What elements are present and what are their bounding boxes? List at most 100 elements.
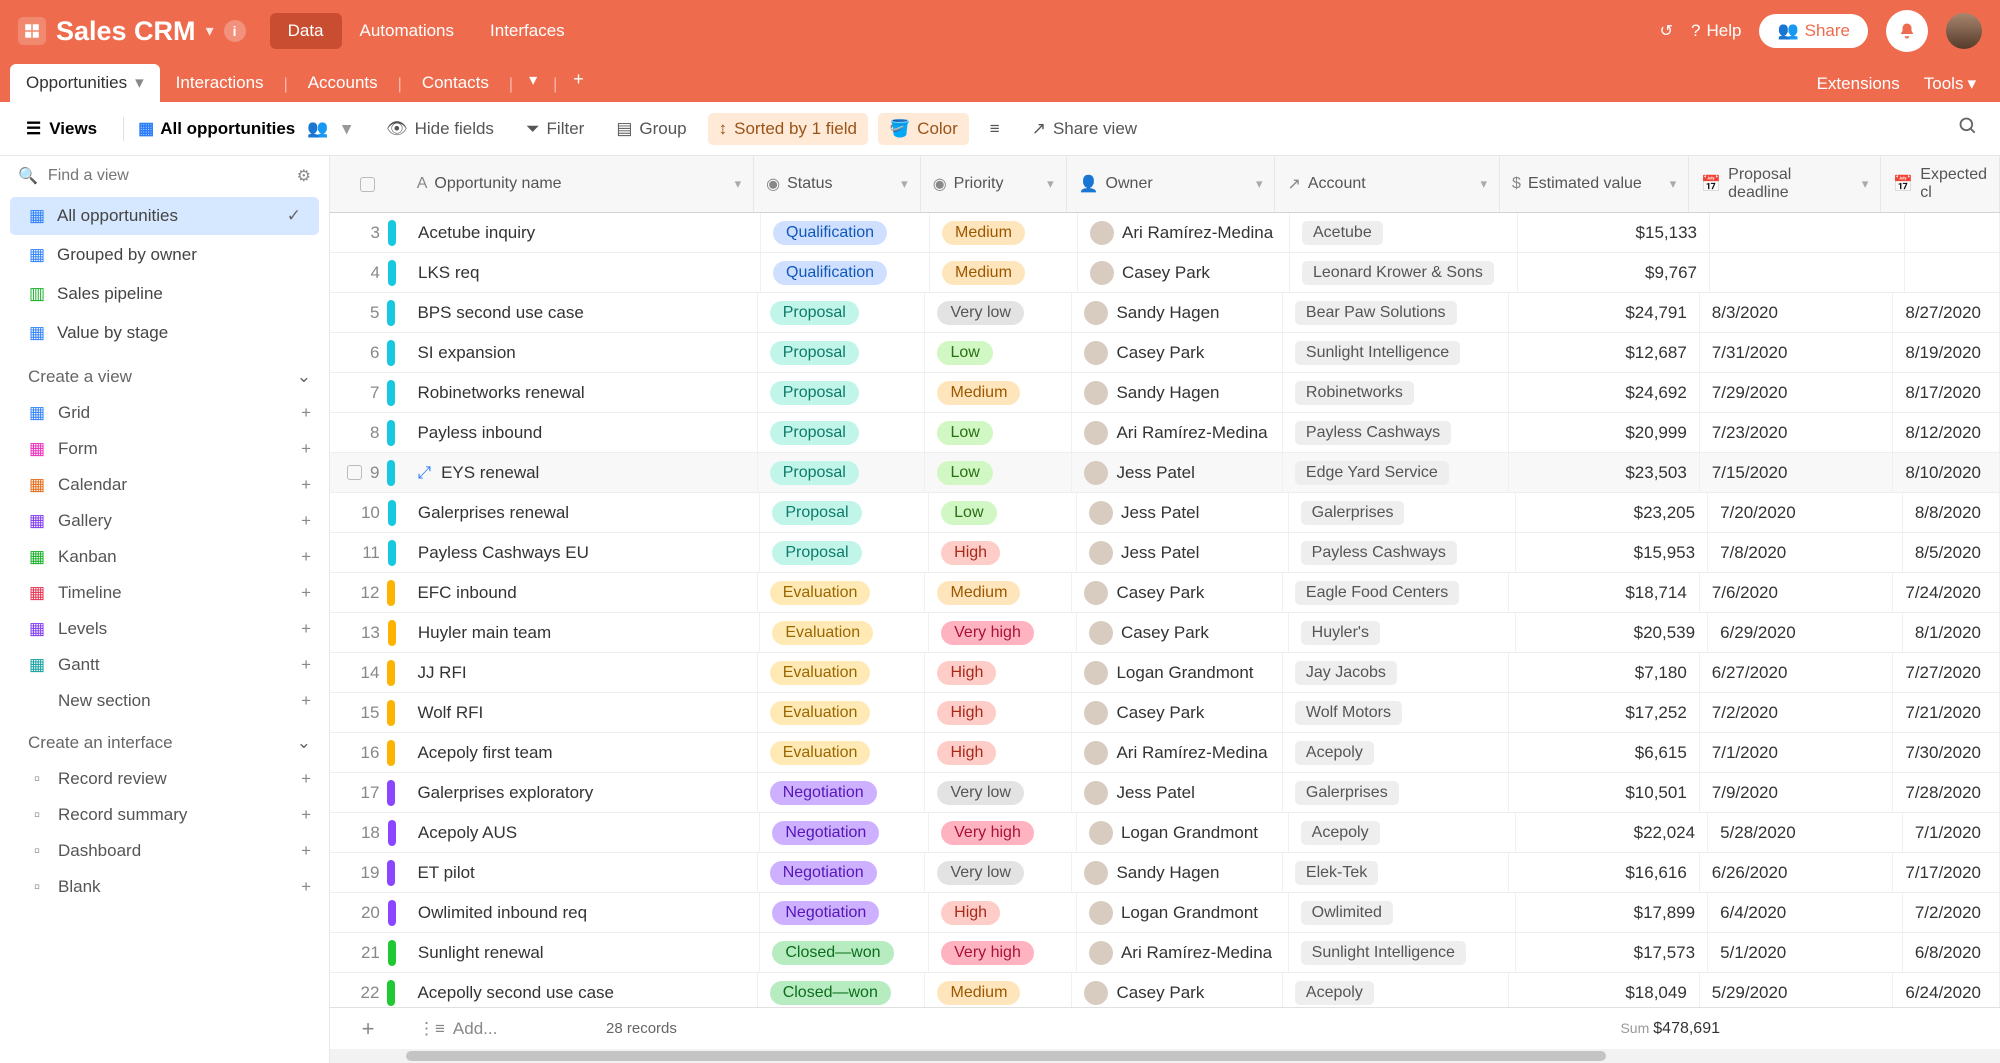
- tools-link[interactable]: Tools ▾: [1924, 74, 1976, 94]
- views-menu-button[interactable]: ☰Views: [14, 112, 109, 146]
- cell-priority[interactable]: Very low: [925, 853, 1072, 892]
- cell-name[interactable]: ET pilot: [405, 853, 757, 892]
- cell-expected[interactable]: 7/21/2020: [1893, 693, 2000, 732]
- create-interface-item[interactable]: ▫Dashboard+: [0, 833, 329, 869]
- cell-estimated[interactable]: $10,501: [1509, 773, 1700, 812]
- cell-account[interactable]: Payless Cashways: [1289, 533, 1517, 572]
- color-button[interactable]: 🪣Color: [878, 113, 969, 145]
- cell-owner[interactable]: Jess Patel: [1077, 493, 1289, 532]
- cell-account[interactable]: Leonard Krower & Sons: [1290, 253, 1518, 292]
- cell-estimated[interactable]: $7,180: [1509, 653, 1700, 692]
- cell-name[interactable]: LKS req: [406, 253, 761, 292]
- cell-priority[interactable]: Medium: [925, 573, 1072, 612]
- cell-status[interactable]: Closed—won: [758, 973, 926, 1007]
- tab-data[interactable]: Data: [270, 13, 342, 49]
- cell-deadline[interactable]: 6/27/2020: [1700, 653, 1894, 692]
- tab-automations[interactable]: Automations: [342, 13, 473, 49]
- cell-account[interactable]: Acepoly: [1283, 973, 1509, 1007]
- table-row[interactable]: 10 Galerprises renewal Proposal Low Jess…: [330, 493, 2000, 533]
- cell-status[interactable]: Evaluation: [758, 693, 926, 732]
- cell-expected[interactable]: 8/5/2020: [1903, 533, 2000, 572]
- cell-name[interactable]: JJ RFI: [405, 653, 757, 692]
- table-row[interactable]: 16 Acepoly first team Evaluation High Ar…: [330, 733, 2000, 773]
- table-row[interactable]: 11 Payless Cashways EU Proposal High Jes…: [330, 533, 2000, 573]
- new-section-button[interactable]: New section+: [0, 683, 329, 719]
- cell-priority[interactable]: Low: [925, 453, 1072, 492]
- cell-account[interactable]: Payless Cashways: [1283, 413, 1509, 452]
- notifications-button[interactable]: [1886, 10, 1928, 52]
- table-row[interactable]: 14 JJ RFI Evaluation High Logan Grandmon…: [330, 653, 2000, 693]
- cell-status[interactable]: Proposal: [758, 453, 926, 492]
- create-interface-item[interactable]: ▫Record summary+: [0, 797, 329, 833]
- col-expected-close[interactable]: 📅Expected cl: [1881, 156, 2000, 212]
- col-account[interactable]: ↗Account▾: [1275, 156, 1500, 212]
- table-tab-contacts[interactable]: Contacts: [406, 64, 505, 102]
- add-row-button[interactable]: +: [330, 1016, 406, 1042]
- cell-priority[interactable]: High: [929, 893, 1077, 932]
- cell-account[interactable]: Bear Paw Solutions: [1283, 293, 1509, 332]
- group-button[interactable]: ▤Group: [605, 113, 697, 145]
- cell-deadline[interactable]: 7/8/2020: [1708, 533, 1903, 572]
- expand-icon[interactable]: ⤢: [417, 463, 431, 483]
- col-priority[interactable]: ◉Priority▾: [921, 156, 1067, 212]
- cell-deadline[interactable]: 6/26/2020: [1700, 853, 1894, 892]
- cell-deadline[interactable]: 7/6/2020: [1700, 573, 1894, 612]
- cell-name[interactable]: Acetube inquiry: [406, 213, 761, 252]
- col-proposal-deadline[interactable]: 📅Proposal deadline▾: [1689, 156, 1881, 212]
- table-row[interactable]: 18 Acepoly AUS Negotiation Very high Log…: [330, 813, 2000, 853]
- cell-expected[interactable]: 8/19/2020: [1893, 333, 2000, 372]
- cell-name[interactable]: Galerprises renewal: [406, 493, 760, 532]
- cell-account[interactable]: Sunlight Intelligence: [1283, 333, 1509, 372]
- help-button[interactable]: ?Help: [1691, 21, 1741, 41]
- cell-account[interactable]: Galerprises: [1283, 773, 1509, 812]
- cell-account[interactable]: Galerprises: [1289, 493, 1517, 532]
- cell-estimated[interactable]: $17,899: [1516, 893, 1708, 932]
- cell-priority[interactable]: Low: [925, 413, 1072, 452]
- cell-owner[interactable]: Logan Grandmont: [1077, 813, 1289, 852]
- cell-expected[interactable]: 8/8/2020: [1903, 493, 2000, 532]
- cell-priority[interactable]: Low: [925, 333, 1072, 372]
- share-button[interactable]: 👥Share: [1759, 14, 1868, 48]
- cell-priority[interactable]: Very low: [925, 773, 1072, 812]
- cell-expected[interactable]: [1905, 213, 2000, 252]
- cell-expected[interactable]: 7/2/2020: [1903, 893, 2000, 932]
- cell-deadline[interactable]: 5/28/2020: [1708, 813, 1903, 852]
- sidebar-view-item[interactable]: ▦Grouped by owner: [10, 236, 319, 274]
- cell-status[interactable]: Closed—won: [760, 933, 929, 972]
- cell-owner[interactable]: Sandy Hagen: [1072, 373, 1282, 412]
- cell-owner[interactable]: Logan Grandmont: [1072, 653, 1282, 692]
- find-view-input[interactable]: [48, 167, 287, 185]
- create-interface-item[interactable]: ▫Record review+: [0, 761, 329, 797]
- table-row[interactable]: 7 Robinetworks renewal Proposal Medium S…: [330, 373, 2000, 413]
- cell-expected[interactable]: 8/12/2020: [1893, 413, 2000, 452]
- cell-owner[interactable]: Sandy Hagen: [1072, 293, 1282, 332]
- chevron-down-icon[interactable]: ▾: [206, 21, 214, 41]
- more-tables-button[interactable]: ▾: [517, 62, 549, 98]
- cell-priority[interactable]: Medium: [930, 253, 1078, 292]
- cell-name[interactable]: Huyler main team: [406, 613, 760, 652]
- cell-owner[interactable]: Jess Patel: [1072, 453, 1282, 492]
- cell-owner[interactable]: Jess Patel: [1072, 773, 1282, 812]
- cell-deadline[interactable]: 7/9/2020: [1700, 773, 1894, 812]
- cell-estimated[interactable]: $22,024: [1516, 813, 1708, 852]
- cell-estimated[interactable]: $24,692: [1509, 373, 1700, 412]
- create-view-header[interactable]: Create a view⌄: [0, 353, 329, 395]
- cell-account[interactable]: Eagle Food Centers: [1283, 573, 1509, 612]
- cell-estimated[interactable]: $23,503: [1509, 453, 1700, 492]
- cell-status[interactable]: Negotiation: [758, 853, 926, 892]
- cell-estimated[interactable]: $9,767: [1518, 253, 1710, 292]
- cell-status[interactable]: Negotiation: [758, 773, 926, 812]
- cell-estimated[interactable]: $24,791: [1509, 293, 1700, 332]
- cell-expected[interactable]: 6/24/2020: [1893, 973, 2000, 1007]
- cell-status[interactable]: Proposal: [758, 413, 926, 452]
- create-view-item[interactable]: ▦Form+: [0, 431, 329, 467]
- table-row[interactable]: 5 BPS second use case Proposal Very low …: [330, 293, 2000, 333]
- cell-priority[interactable]: High: [925, 733, 1072, 772]
- cell-name[interactable]: BPS second use case: [405, 293, 757, 332]
- cell-status[interactable]: Evaluation: [758, 573, 926, 612]
- cell-priority[interactable]: Very high: [929, 613, 1077, 652]
- add-table-button[interactable]: +: [561, 61, 596, 98]
- cell-priority[interactable]: Very high: [929, 813, 1077, 852]
- table-row[interactable]: 4 LKS req Qualification Medium Casey Par…: [330, 253, 2000, 293]
- cell-priority[interactable]: Medium: [930, 213, 1078, 252]
